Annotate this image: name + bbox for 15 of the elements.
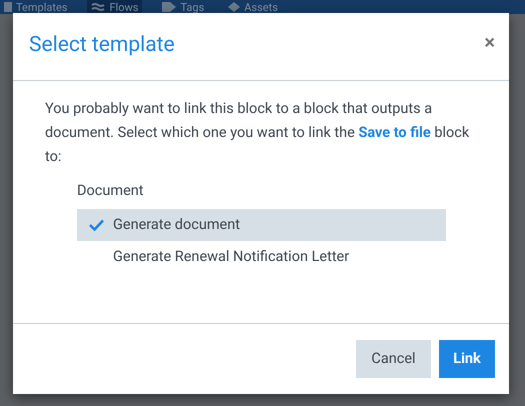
waves-icon	[91, 3, 106, 11]
nav-tab[interactable]: Tags	[158, 0, 208, 14]
nav-tab[interactable]: Assets	[224, 0, 282, 14]
option-item[interactable]: Generate document	[77, 209, 446, 241]
cancel-button[interactable]: Cancel	[356, 340, 431, 378]
nav-tab[interactable]: Templates	[0, 0, 72, 14]
check-icon	[89, 219, 104, 231]
dialog-title: Select template	[29, 32, 175, 59]
dialog-message: You probably want to link this block to a block that outputs a document. Select which one you want to link the Save to file block to:	[45, 99, 470, 167]
nav-tab[interactable]: Flows	[87, 0, 142, 14]
close-button[interactable]: ×	[484, 32, 495, 52]
group-label: Document	[77, 181, 145, 201]
square-icon	[4, 2, 12, 12]
option-item[interactable]: Generate Renewal Notification Letter	[77, 241, 446, 273]
link-button[interactable]: Link	[439, 340, 495, 378]
